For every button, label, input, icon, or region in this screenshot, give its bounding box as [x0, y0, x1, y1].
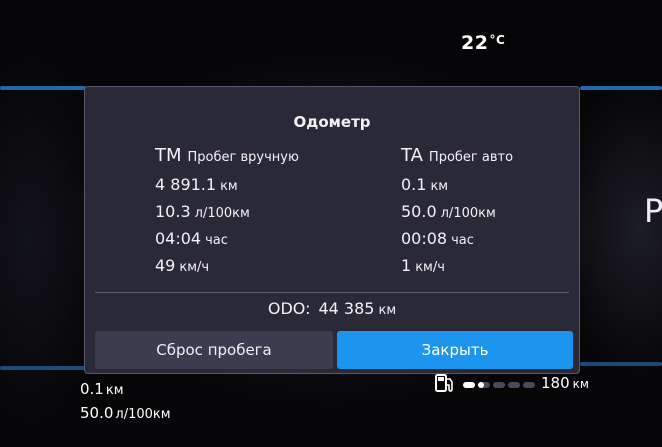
cluster-trip-distance-value: 0.1 — [80, 380, 104, 398]
fuel-gauge-fill — [478, 382, 484, 388]
screen-edge-accent-left-lower — [0, 366, 86, 370]
odo-unit: км — [378, 303, 397, 318]
trip-distance-ta-unit: км — [430, 179, 449, 194]
fuel-pump-icon — [435, 374, 453, 392]
trip-consumption-ta: 50.0 л/100км — [401, 198, 513, 225]
trip-code-ta: TA — [401, 145, 423, 166]
trip-time-ta-unit: час — [451, 233, 474, 248]
cluster-trip-consumption-unit: л/100км — [115, 407, 171, 422]
trip-speed-tm: 49 км/ч — [155, 252, 299, 279]
reset-trip-button[interactable]: Сброс пробега — [95, 331, 333, 369]
trip-code-tm: TM — [155, 145, 182, 166]
screen-edge-accent-right — [580, 86, 662, 90]
temperature-unit: °C — [489, 33, 506, 47]
trip-time-tm-value: 04:04 — [155, 229, 202, 248]
trip-distance-ta-value: 0.1 — [401, 175, 427, 194]
trip-speed-ta-value: 1 — [401, 256, 412, 275]
trip-speed-ta: 1 км/ч — [401, 252, 513, 279]
close-button[interactable]: Закрыть — [337, 331, 573, 369]
trip-column-tm: TM Пробег вручную 4 891.1 км 10.3 л/100км … — [155, 145, 299, 279]
odo-label: ODO: — [267, 299, 311, 318]
range-unit: км — [572, 377, 589, 391]
trip-time-ta-value: 00:08 — [401, 229, 448, 248]
range-value: 180 — [541, 374, 570, 392]
trip-distance-tm-value: 4 891.1 — [155, 175, 217, 194]
cluster-trip-consumption-value: 50.0 — [80, 404, 114, 422]
trip-time-tm: 04:04 час — [155, 225, 299, 252]
outside-temperature: 22°C — [461, 32, 505, 54]
odo-value: 44 385 — [318, 299, 375, 318]
fuel-gauge-segment — [493, 382, 505, 388]
trip-name-ta: Пробег авто — [428, 150, 514, 165]
trip-distance-tm-unit: км — [220, 179, 238, 194]
trip-header-tm: TM Пробег вручную — [155, 145, 299, 171]
trip-column-ta: TA Пробег авто 0.1 км 50.0 л/100км 00:08 ча… — [401, 145, 513, 279]
cluster-trip-consumption: 50.0 л/100км — [80, 404, 171, 422]
trip-consumption-tm-unit: л/100км — [194, 206, 250, 221]
cluster-range: 180 км — [541, 374, 589, 392]
fuel-gauge-fill — [463, 382, 475, 388]
trip-speed-tm-unit: км/ч — [179, 260, 210, 275]
trip-consumption-tm: 10.3 л/100км — [155, 198, 299, 225]
fuel-level-gauge — [463, 382, 535, 388]
trip-time-ta: 00:08 час — [401, 225, 513, 252]
dialog-divider — [95, 292, 569, 293]
trip-header-ta: TA Пробег авто — [401, 145, 513, 171]
trip-consumption-ta-value: 50.0 — [401, 202, 437, 221]
fuel-gauge-segment — [523, 382, 535, 388]
trip-distance-tm: 4 891.1 км — [155, 171, 299, 198]
dialog-title: Одометр — [293, 113, 371, 131]
cluster-trip-distance-unit: км — [105, 383, 124, 398]
trip-time-tm-unit: час — [205, 233, 228, 248]
screen-edge-accent-right-lower — [580, 362, 662, 366]
gear-indicator-partial: P — [644, 192, 662, 230]
cluster-trip-distance: 0.1 км — [80, 380, 124, 398]
temperature-value: 22 — [461, 32, 489, 54]
odometer-dialog: Одометр TM Пробег вручную 4 891.1 км 10.3… — [84, 86, 580, 374]
trip-name-tm: Пробег вручную — [187, 150, 299, 165]
trip-consumption-tm-value: 10.3 — [155, 202, 191, 221]
trip-speed-tm-value: 49 — [155, 256, 176, 275]
trip-consumption-ta-unit: л/100км — [440, 206, 496, 221]
fuel-gauge-segment — [508, 382, 520, 388]
screen-edge-accent-left — [0, 86, 86, 90]
trip-speed-ta-unit: км/ч — [415, 260, 445, 275]
trip-distance-ta: 0.1 км — [401, 171, 513, 198]
odometer-total: ODO: 44 385 км — [85, 297, 579, 323]
